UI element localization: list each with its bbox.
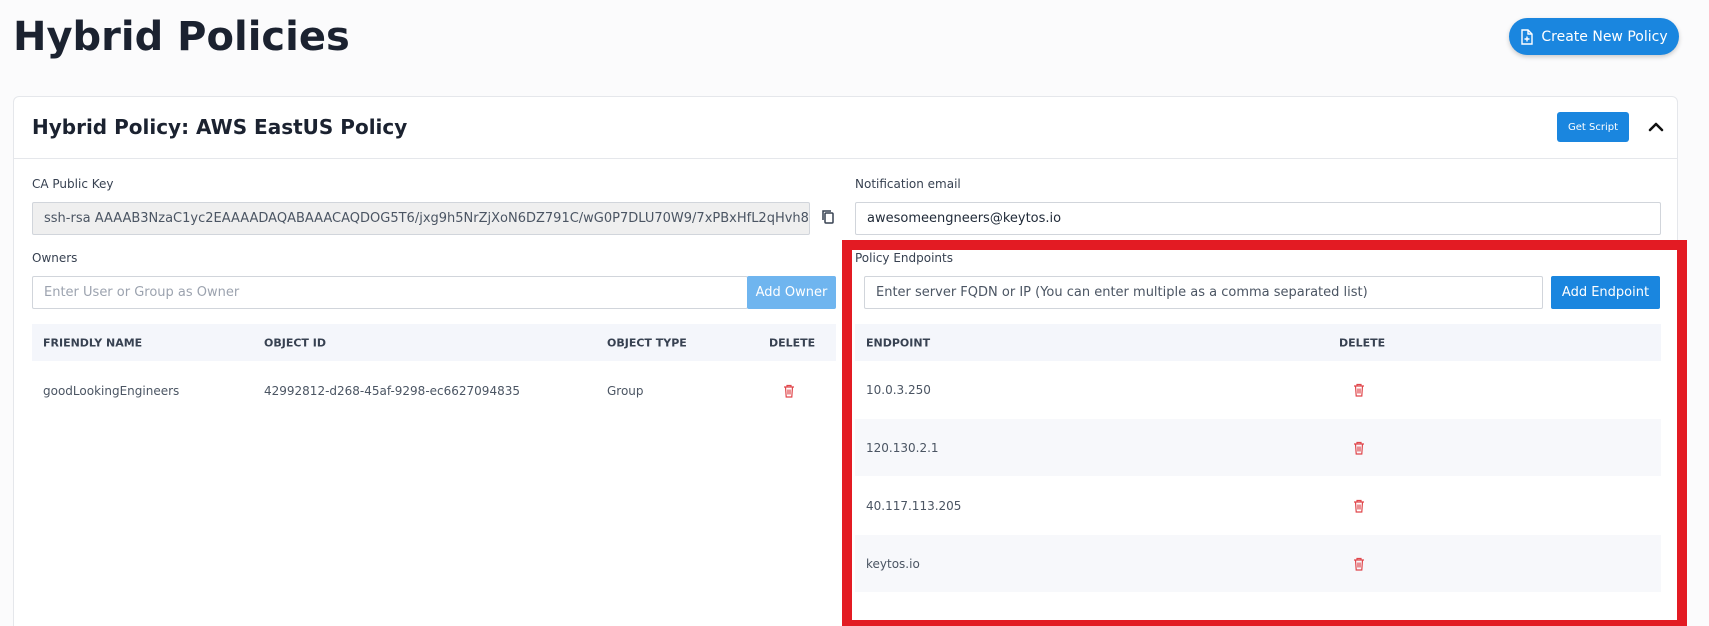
notification-email-label: Notification email: [855, 177, 961, 191]
owners-table-header: FRIENDLY NAME OBJECT ID OBJECT TYPE DELE…: [32, 324, 836, 361]
trash-icon: [1354, 557, 1364, 571]
delete-endpoint-button[interactable]: [1353, 383, 1365, 397]
owners-label: Owners: [32, 251, 78, 265]
ca-public-key-value: ssh-rsa AAAAB3NzaC1yc2EAAAADAQABAAACAQDO…: [44, 211, 810, 226]
trash-icon: [1354, 383, 1364, 397]
file-plus-icon: [1521, 28, 1534, 45]
page-title: Hybrid Policies: [13, 14, 350, 60]
owners-col-object-id: OBJECT ID: [264, 336, 326, 349]
ca-public-key-label: CA Public Key: [32, 177, 114, 191]
notification-email-value: awesomeengneers@keytos.io: [867, 211, 1062, 226]
owner-search-input[interactable]: Enter User or Group as Owner: [32, 276, 748, 309]
endpoint-row: 120.130.2.1: [855, 419, 1661, 476]
add-owner-button[interactable]: Add Owner: [747, 276, 836, 309]
chevron-up-icon[interactable]: [1646, 118, 1666, 136]
owner-object-id: 42992812-d268-45af-9298-ec6627094835: [264, 383, 520, 398]
endpoint-input[interactable]: Enter server FQDN or IP (You can enter m…: [864, 276, 1543, 309]
trash-icon: [1354, 499, 1364, 513]
copy-icon[interactable]: [820, 209, 836, 225]
endpoint-row: keytos.io: [855, 535, 1661, 592]
endpoint-value: 10.0.3.250: [866, 382, 931, 397]
policy-card-header: Hybrid Policy: AWS EastUS Policy Get Scr…: [14, 97, 1677, 159]
trash-icon: [1354, 441, 1364, 455]
endpoint-row: 40.117.113.205: [855, 477, 1661, 534]
trash-icon: [784, 384, 794, 398]
delete-owner-button[interactable]: [783, 384, 795, 398]
notification-email-field[interactable]: awesomeengneers@keytos.io: [855, 202, 1661, 235]
delete-endpoint-button[interactable]: [1353, 557, 1365, 571]
create-new-policy-button[interactable]: Create New Policy: [1509, 18, 1679, 55]
delete-endpoint-button[interactable]: [1353, 441, 1365, 455]
delete-endpoint-button[interactable]: [1353, 499, 1365, 513]
create-new-policy-label: Create New Policy: [1541, 28, 1668, 45]
owners-table-row: goodLookingEngineers 42992812-d268-45af-…: [32, 362, 836, 419]
endpoint-value: keytos.io: [866, 556, 920, 571]
ca-public-key-field[interactable]: ssh-rsa AAAAB3NzaC1yc2EAAAADAQABAAACAQDO…: [32, 202, 810, 235]
endpoints-col-delete: DELETE: [1339, 336, 1386, 349]
owner-object-type: Group: [607, 383, 644, 398]
endpoint-row: 10.0.3.250: [855, 361, 1661, 418]
owner-friendly-name: goodLookingEngineers: [43, 383, 180, 398]
owners-col-object-type: OBJECT TYPE: [607, 336, 687, 349]
owners-col-delete: DELETE: [769, 336, 816, 349]
endpoints-table-header: ENDPOINT DELETE: [855, 324, 1661, 361]
endpoints-col-endpoint: ENDPOINT: [866, 336, 931, 349]
owners-col-friendly-name: FRIENDLY NAME: [43, 336, 143, 349]
get-script-button[interactable]: Get Script: [1557, 112, 1629, 142]
endpoint-value: 40.117.113.205: [866, 498, 962, 513]
owner-search-placeholder: Enter User or Group as Owner: [44, 285, 240, 300]
endpoint-input-placeholder: Enter server FQDN or IP (You can enter m…: [876, 285, 1368, 300]
endpoint-value: 120.130.2.1: [866, 440, 939, 455]
policy-endpoints-label: Policy Endpoints: [855, 251, 953, 265]
policy-title: Hybrid Policy: AWS EastUS Policy: [32, 115, 408, 139]
add-endpoint-button[interactable]: Add Endpoint: [1551, 276, 1660, 309]
